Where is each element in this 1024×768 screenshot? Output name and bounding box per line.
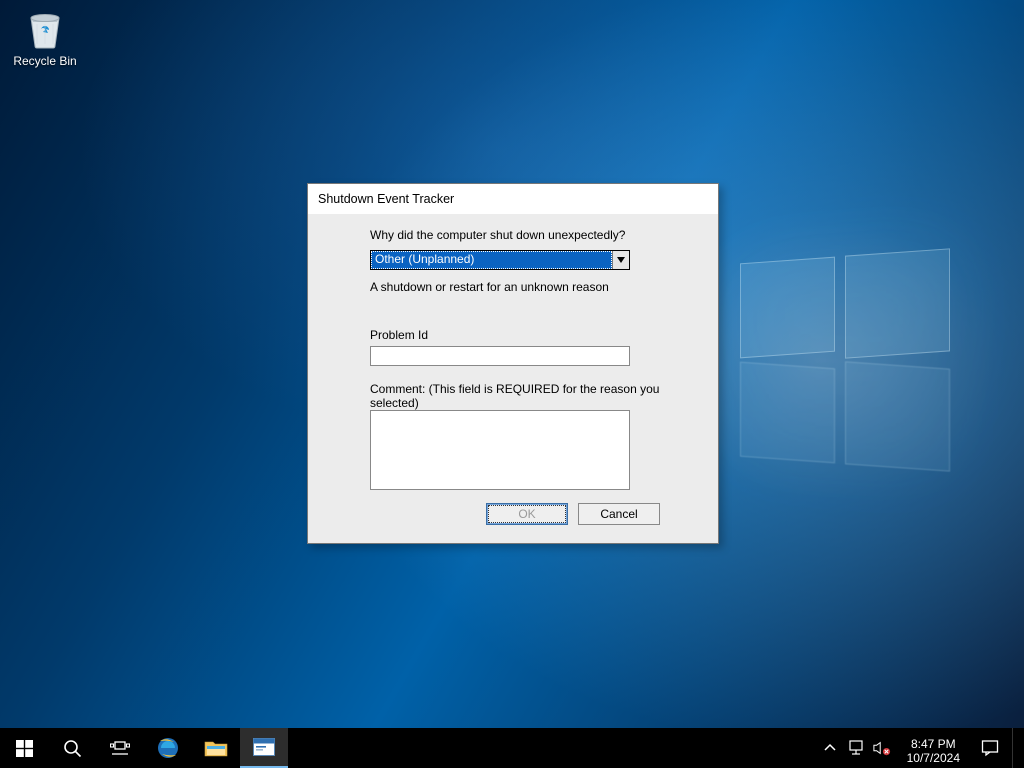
internet-explorer-icon bbox=[155, 735, 181, 761]
taskbar-app-shutdown-tracker[interactable] bbox=[240, 728, 288, 768]
chevron-down-icon bbox=[612, 251, 629, 269]
recycle-bin-label: Recycle Bin bbox=[8, 54, 82, 68]
problem-id-label: Problem Id bbox=[370, 328, 688, 342]
show-desktop-button[interactable] bbox=[1012, 728, 1018, 768]
system-tray: 8:47 PM 10/7/2024 bbox=[815, 728, 1024, 768]
tray-volume-button[interactable] bbox=[873, 739, 891, 757]
cancel-button[interactable]: Cancel bbox=[578, 503, 660, 525]
action-center-button[interactable] bbox=[976, 739, 1004, 757]
problem-id-input[interactable] bbox=[370, 346, 630, 366]
reason-selected-text: Other (Unplanned) bbox=[371, 251, 612, 269]
taskbar-app-file-explorer[interactable] bbox=[192, 728, 240, 768]
search-icon bbox=[63, 739, 82, 758]
recycle-bin-icon bbox=[21, 4, 69, 52]
task-view-icon bbox=[110, 740, 130, 756]
taskbar-clock[interactable]: 8:47 PM 10/7/2024 bbox=[899, 732, 968, 765]
search-button[interactable] bbox=[48, 728, 96, 768]
reason-dropdown[interactable]: Other (Unplanned) bbox=[370, 250, 630, 270]
taskbar-time: 8:47 PM bbox=[907, 737, 960, 751]
ok-button[interactable]: OK bbox=[486, 503, 568, 525]
taskbar-date: 10/7/2024 bbox=[907, 751, 960, 765]
file-explorer-icon bbox=[204, 738, 228, 758]
desktop-wallpaper[interactable]: Recycle Bin Shutdown Event Tracker Why d… bbox=[0, 0, 1024, 728]
comment-textarea[interactable] bbox=[370, 410, 630, 490]
windows-logo-icon bbox=[16, 740, 33, 757]
wallpaper-windows-logo bbox=[740, 260, 950, 470]
notifications-icon bbox=[981, 739, 999, 757]
recycle-bin-desktop-icon[interactable]: Recycle Bin bbox=[8, 4, 82, 68]
task-view-button[interactable] bbox=[96, 728, 144, 768]
taskbar: 8:47 PM 10/7/2024 bbox=[0, 728, 1024, 768]
start-button[interactable] bbox=[0, 728, 48, 768]
network-icon bbox=[847, 740, 865, 756]
tray-overflow-button[interactable] bbox=[821, 739, 839, 757]
volume-muted-icon bbox=[873, 740, 891, 756]
taskbar-app-ie[interactable] bbox=[144, 728, 192, 768]
comment-label: Comment: (This field is REQUIRED for the… bbox=[370, 382, 688, 410]
application-window-icon bbox=[253, 738, 275, 756]
tray-network-button[interactable] bbox=[847, 739, 865, 757]
dialog-title[interactable]: Shutdown Event Tracker bbox=[308, 184, 718, 214]
shutdown-event-tracker-dialog: Shutdown Event Tracker Why did the compu… bbox=[307, 183, 719, 544]
dialog-question: Why did the computer shut down unexpecte… bbox=[370, 228, 688, 242]
reason-description: A shutdown or restart for an unknown rea… bbox=[370, 280, 688, 294]
chevron-up-icon bbox=[824, 742, 836, 754]
